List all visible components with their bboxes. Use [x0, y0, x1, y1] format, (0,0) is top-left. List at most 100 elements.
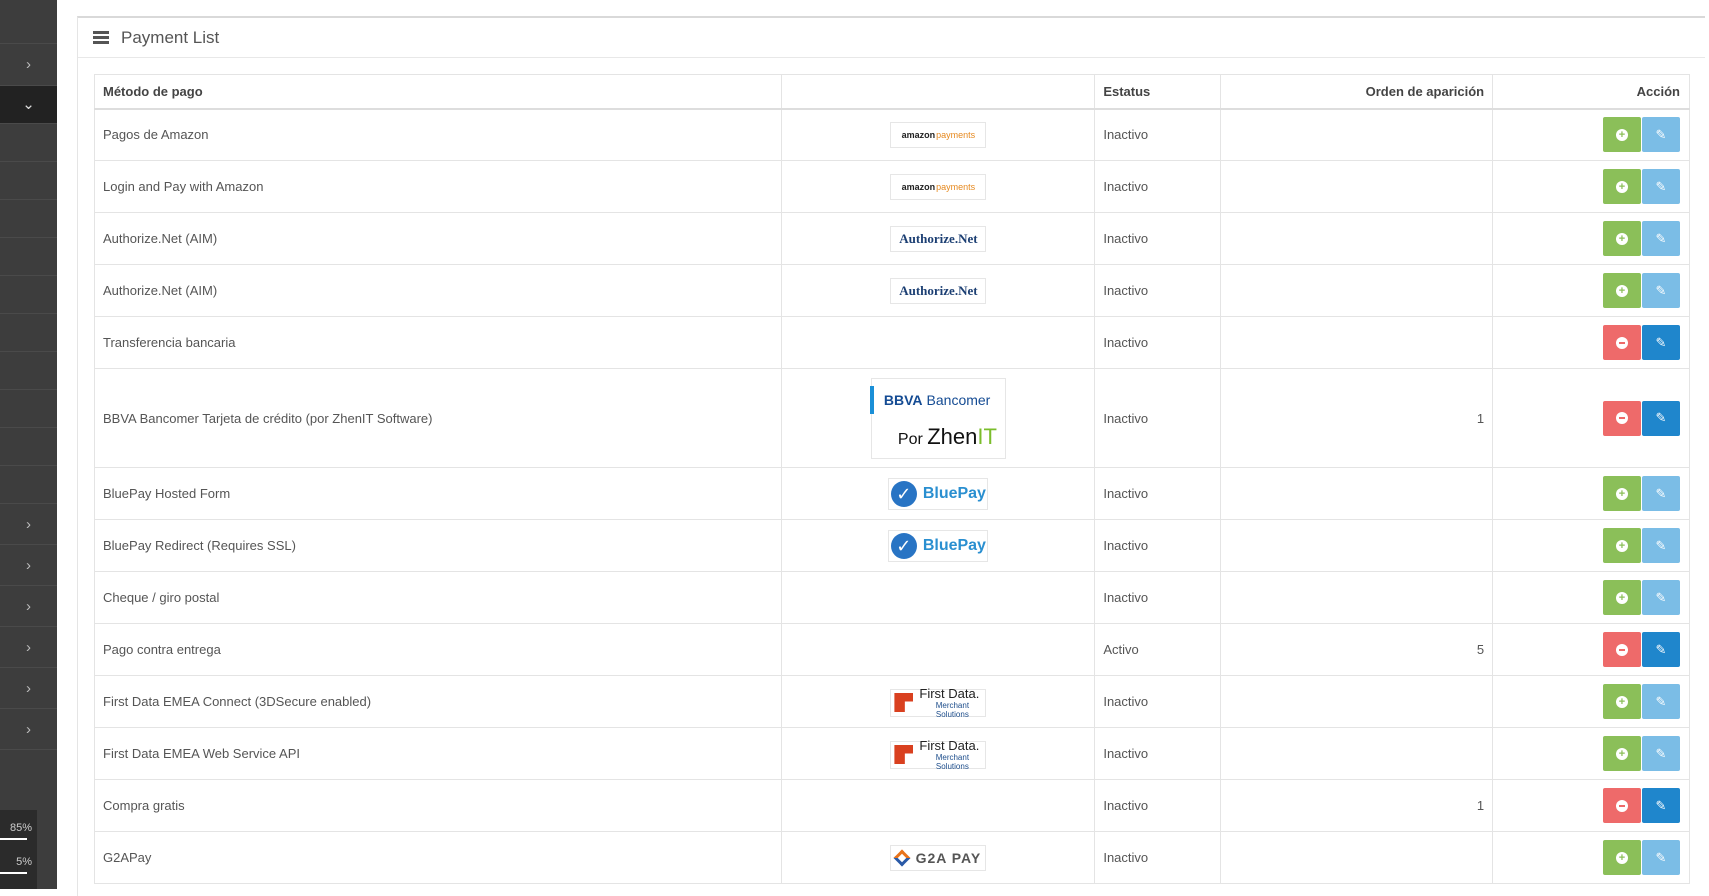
cell-logo: [781, 316, 1096, 369]
chevron-right-icon: ›: [26, 720, 31, 738]
table-row: BluePay Hosted Form ✓ BluePay Inactivo ✎: [93, 467, 1690, 520]
sidebar-subitem-8[interactable]: [0, 390, 57, 428]
sidebar-item-3[interactable]: ⌄: [0, 86, 57, 124]
sidebar-item-6[interactable]: ›: [0, 586, 57, 627]
col-header-method[interactable]: Método de pago: [93, 74, 783, 110]
edit-button[interactable]: ✎: [1642, 788, 1680, 823]
edit-button[interactable]: ✎: [1642, 840, 1680, 875]
install-button[interactable]: [1603, 840, 1641, 875]
edit-button[interactable]: ✎: [1642, 117, 1680, 153]
sidebar-item-5[interactable]: ›: [0, 545, 57, 586]
sidebar-item-7[interactable]: ›: [0, 627, 57, 668]
cell-status: Inactivo: [1094, 727, 1222, 780]
chevron-right-icon: ›: [26, 597, 31, 615]
cell-logo: G2A PAY: [781, 831, 1096, 884]
edit-button[interactable]: ✎: [1642, 325, 1680, 360]
cell-logo: ✓ BluePay: [781, 467, 1096, 520]
install-button[interactable]: [1603, 117, 1641, 153]
col-header-status[interactable]: Estatus: [1094, 74, 1222, 110]
checkmark-icon: ✓: [890, 532, 917, 559]
uninstall-button[interactable]: [1603, 400, 1641, 436]
edit-button[interactable]: ✎: [1642, 400, 1680, 436]
install-button[interactable]: [1603, 169, 1641, 204]
sidebar-item-2[interactable]: ›: [0, 44, 57, 86]
sidebar-subitem-4[interactable]: [0, 238, 57, 276]
sidebar-item-1[interactable]: [0, 0, 57, 44]
cell-status: Inactivo: [1094, 212, 1222, 265]
plus-circle-icon: [1616, 591, 1628, 604]
cell-action: ✎: [1492, 160, 1690, 213]
edit-button[interactable]: ✎: [1642, 221, 1680, 256]
cell-status: Inactivo: [1094, 571, 1222, 624]
cell-order: [1220, 316, 1494, 369]
authorize-net-logo: Authorize.Net: [890, 277, 987, 304]
logo-text: Por: [897, 431, 928, 448]
cell-method: Compra gratis: [93, 779, 783, 832]
sidebar-subitem-3[interactable]: [0, 200, 57, 238]
sidebar-subitem-6[interactable]: [0, 314, 57, 352]
table-row: Authorize.Net (AIM) Authorize.Net Inactivo…: [93, 212, 1690, 265]
sidebar-item-4[interactable]: ›: [0, 504, 57, 545]
cell-action: ✎: [1492, 571, 1690, 624]
cell-method: BluePay Redirect (Requires SSL): [93, 519, 783, 572]
cell-action: ✎: [1492, 316, 1690, 369]
cell-status: Activo: [1094, 623, 1222, 676]
stat-bar: [0, 838, 27, 840]
stat-label: 85%: [9, 822, 32, 834]
edit-button[interactable]: ✎: [1642, 632, 1680, 667]
install-button[interactable]: [1603, 221, 1641, 256]
cell-action: ✎: [1492, 623, 1690, 676]
edit-button[interactable]: ✎: [1642, 528, 1680, 563]
bluepay-logo: ✓ BluePay: [888, 477, 989, 510]
edit-button[interactable]: ✎: [1642, 580, 1680, 615]
sidebar-subitem-7[interactable]: [0, 352, 57, 390]
uninstall-button[interactable]: [1603, 632, 1641, 667]
uninstall-button[interactable]: [1603, 788, 1641, 823]
uninstall-button[interactable]: [1603, 325, 1641, 360]
table-header-row: Método de pago Estatus Orden de aparició…: [93, 74, 1690, 110]
cell-method: First Data EMEA Connect (3DSecure enable…: [93, 675, 783, 728]
edit-button[interactable]: ✎: [1642, 273, 1680, 308]
table-row: G2APay G2A PAY Inactivo ✎: [93, 831, 1690, 884]
edit-button[interactable]: ✎: [1642, 736, 1680, 771]
cell-method: Cheque / giro postal: [93, 571, 783, 624]
sidebar-item-9[interactable]: ›: [0, 709, 57, 750]
sidebar-subitem-1[interactable]: [0, 124, 57, 162]
edit-button[interactable]: ✎: [1642, 169, 1680, 204]
cell-method: BluePay Hosted Form: [93, 467, 783, 520]
logo-text: BBVA: [883, 392, 923, 408]
cell-order: [1220, 264, 1494, 317]
cell-method: Login and Pay with Amazon: [93, 160, 783, 213]
cell-logo: First Data. Merchant Solutions: [781, 727, 1096, 780]
cell-method: Pago contra entrega: [93, 623, 783, 676]
cell-status: Inactivo: [1094, 675, 1222, 728]
logo-text: First Data.: [919, 686, 980, 701]
col-header-order[interactable]: Orden de aparición: [1220, 74, 1494, 110]
logo-text: IT: [977, 424, 997, 449]
install-button[interactable]: [1603, 580, 1641, 615]
checkmark-icon: ✓: [890, 480, 917, 507]
sidebar-subitem-9[interactable]: [0, 428, 57, 466]
install-button[interactable]: [1603, 528, 1641, 563]
chevron-right-icon: ›: [26, 679, 31, 697]
edit-button[interactable]: ✎: [1642, 684, 1680, 719]
bluepay-logo: ✓ BluePay: [888, 529, 989, 562]
sidebar-item-8[interactable]: ›: [0, 668, 57, 709]
sidebar-subitem-5[interactable]: [0, 276, 57, 314]
cell-logo: BBVA Bancomer Por ZhenIT: [781, 368, 1096, 468]
install-button[interactable]: [1603, 684, 1641, 719]
sidebar-subitem-2[interactable]: [0, 162, 57, 200]
sidebar-subitem-10[interactable]: [0, 466, 57, 504]
cell-action: ✎: [1492, 212, 1690, 265]
cell-order: 1: [1220, 779, 1494, 832]
install-button[interactable]: [1603, 736, 1641, 771]
install-button[interactable]: [1603, 476, 1641, 511]
logo-text: payments: [936, 181, 976, 192]
pencil-icon: ✎: [1655, 797, 1667, 813]
install-button[interactable]: [1603, 273, 1641, 308]
pencil-icon: ✎: [1655, 485, 1667, 501]
chevron-right-icon: ›: [26, 556, 31, 574]
pencil-icon: ✎: [1655, 126, 1667, 142]
pencil-icon: ✎: [1655, 282, 1667, 298]
edit-button[interactable]: ✎: [1642, 476, 1680, 511]
